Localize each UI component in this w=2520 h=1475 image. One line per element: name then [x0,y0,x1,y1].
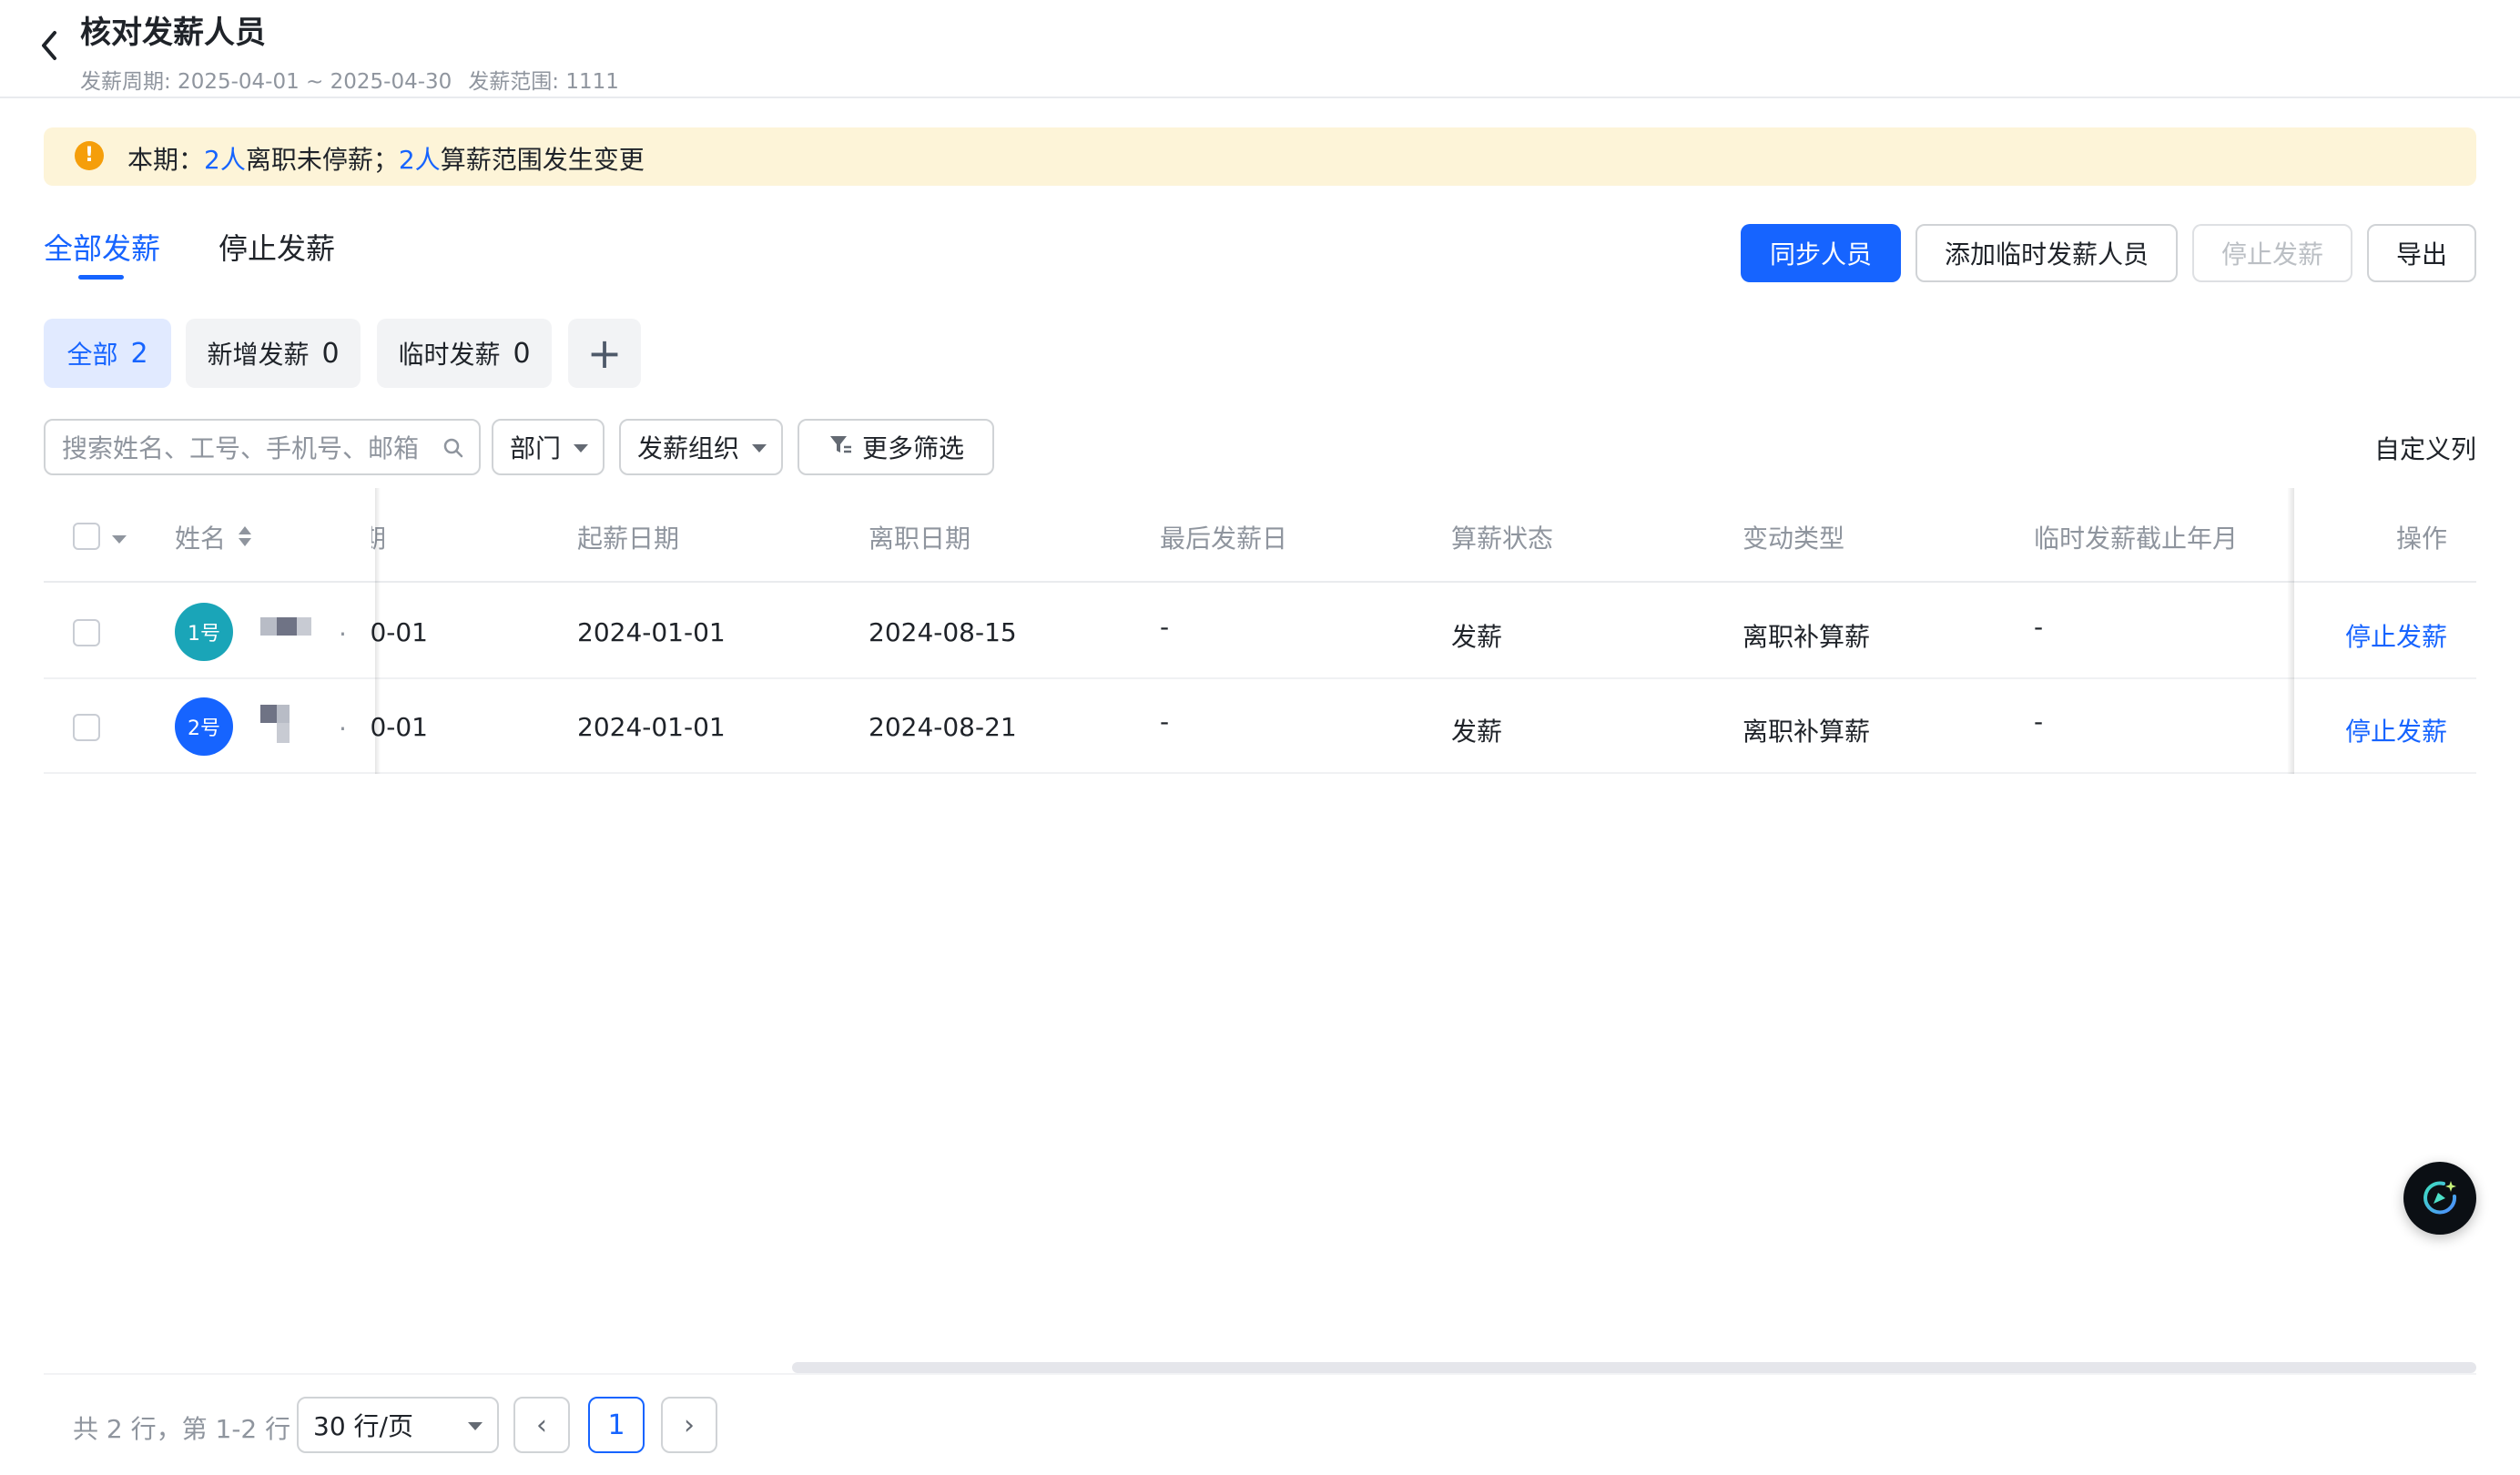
page-size-select[interactable]: 30 行/页 [297,1397,499,1453]
chevron-down-icon [468,1422,483,1430]
footer-divider [44,1373,2476,1375]
last-pay-date-cell: - [1160,612,1170,642]
chevron-down-icon [574,444,588,453]
row-checkbox[interactable] [73,619,100,646]
change-type-cell: 离职补算薪 [1743,717,1871,747]
prev-page-button[interactable]: ‹ [513,1397,570,1453]
select-all-checkbox[interactable] [73,523,100,550]
horizontal-scrollbar[interactable] [792,1362,2476,1373]
table-header-divider [44,581,2476,583]
pay-period-text: 发薪周期: 2025-04-01 ~ 2025-04-30 [80,70,452,94]
avatar: 2号 [175,697,233,756]
export-button[interactable]: 导出 [2367,224,2476,282]
warning-icon: ! [75,141,104,170]
page-1-button[interactable]: 1 [588,1397,645,1453]
last-pay-date-cell: - [1160,707,1170,737]
department-select-label: 部门 [510,433,562,463]
redacted-name-mosaic [259,701,331,747]
chevron-down-icon [752,444,767,453]
temp-deadline-cell: - [2034,707,2044,737]
column-header-leave-date: 离职日期 [869,524,971,554]
tab-all-pay[interactable]: 全部发薪 [44,226,160,268]
tab-stop-pay[interactable]: 停止发薪 [218,226,335,268]
column-header-last-pay-date: 最后发薪日 [1160,524,1288,554]
notice-text: 本期：2人离职未停薪；2人算薪范围发生变更 [127,140,645,177]
notice-text-1: 离职未停薪； [245,145,399,175]
column-header-temp-deadline: 临时发薪截止年月 [2034,524,2239,554]
chip-all-label: 全部 [66,340,118,370]
column-header-start-date: 起薪日期 [577,524,680,554]
pay-org-select-label: 发薪组织 [637,433,740,463]
row-divider [44,772,2476,774]
start-date-cell: 2024-01-01 [577,712,726,742]
stop-pay-button[interactable]: 停止发薪 [2192,224,2352,282]
column-header-pay-status: 算薪状态 [1451,524,1554,554]
notice-text-2: 算薪范围发生变更 [440,145,645,175]
more-filters-button[interactable]: 更多筛选 [798,419,994,475]
custom-columns-link[interactable]: 自定义列 [2374,430,2476,466]
department-select[interactable]: 部门 [492,419,605,475]
change-type-cell: 离职补算薪 [1743,622,1871,652]
pay-org-select[interactable]: 发薪组织 [619,419,783,475]
search-field[interactable] [44,419,481,475]
chip-new-pay-label: 新增发薪 [207,340,310,370]
chip-new-pay[interactable]: 新增发薪 0 [186,319,361,388]
next-page-button[interactable]: › [661,1397,717,1453]
column-header-actions: 操作 [2396,524,2448,554]
leave-date-cell: 2024-08-21 [869,712,1017,742]
search-input[interactable] [60,421,437,475]
notice-count-link-1[interactable]: 2人 [204,145,246,175]
add-chip-button[interactable]: + [568,319,641,388]
fixed-column-shadow-right [2287,488,2294,774]
temp-deadline-cell: - [2034,612,2044,642]
add-temp-staff-button[interactable]: 添加临时发薪人员 [1915,224,2178,282]
pay-scope-text: 发薪范围: 1111 [468,70,619,94]
pagination-total: 共 2 行，第 1-2 行 [73,1414,291,1444]
search-icon[interactable] [442,437,464,459]
chip-temp-pay-count: 0 [513,337,531,370]
row-checkbox[interactable] [73,714,100,741]
tab-active-indicator [78,275,124,280]
chip-temp-pay-label: 临时发薪 [398,340,501,370]
notice-prefix: 本期： [127,145,205,175]
fixed-column-shadow-left [375,488,381,774]
name-truncated: . [339,707,347,737]
assistant-fab[interactable] [2403,1162,2476,1235]
redacted-name-mosaic [259,608,331,654]
header-divider [0,97,2520,98]
page-size-label: 30 行/页 [313,1411,413,1441]
sync-staff-button[interactable]: 同步人员 [1741,224,1901,282]
more-filters-label: 更多筛选 [861,433,964,463]
row-stop-pay-link[interactable]: 停止发薪 [2345,712,2447,748]
assistant-icon [2420,1178,2460,1222]
filter-icon [828,432,853,463]
chip-all-count: 2 [130,337,148,370]
avatar: 1号 [175,603,233,661]
leave-date-cell: 2024-08-15 [869,617,1017,647]
chip-all[interactable]: 全部 2 [44,319,171,388]
notice-count-link-2[interactable]: 2人 [399,145,441,175]
start-date-cell: 2024-01-01 [577,617,726,647]
back-chevron-icon[interactable] [33,24,69,67]
sort-icon[interactable] [237,524,253,552]
column-header-name[interactable]: 姓名 [175,519,226,555]
row-stop-pay-link[interactable]: 停止发薪 [2345,617,2447,654]
chip-temp-pay[interactable]: 临时发薪 0 [377,319,552,388]
select-all-dropdown-icon[interactable] [111,532,127,549]
page-subtitle: 发薪周期: 2025-04-01 ~ 2025-04-30 发薪范围: 1111 [80,64,635,95]
name-truncated: . [339,612,347,642]
page-title: 核对发薪人员 [80,15,266,51]
pay-status-cell: 发薪 [1451,717,1503,747]
pay-status-cell: 发薪 [1451,622,1503,652]
row-divider [44,677,2476,679]
column-header-change-type: 变动类型 [1743,524,1845,554]
chip-new-pay-count: 0 [321,337,340,370]
